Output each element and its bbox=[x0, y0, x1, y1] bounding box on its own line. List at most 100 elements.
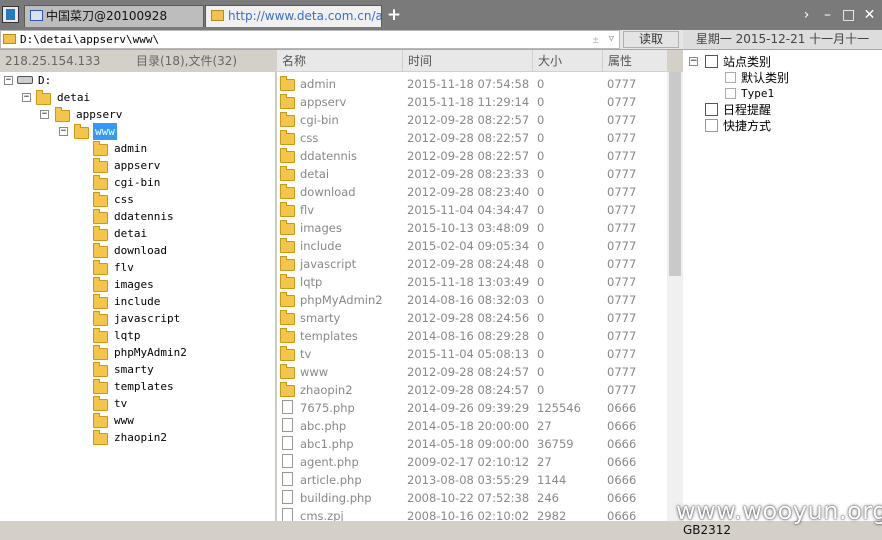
folder-row[interactable]: ddatennis 2012-09-28 08:22:57 0 0777 bbox=[277, 147, 667, 165]
tree-node-child[interactable]: phpMyAdmin2 bbox=[0, 344, 276, 361]
tree-node-child[interactable]: admin bbox=[0, 140, 276, 157]
tree-label: detai bbox=[57, 91, 91, 104]
file-icon bbox=[282, 436, 293, 450]
tree-node-child[interactable]: download bbox=[0, 242, 276, 259]
collapse-icon[interactable]: − bbox=[4, 76, 13, 85]
tree-node-child[interactable]: zhaopin2 bbox=[0, 429, 276, 446]
folder-row[interactable]: images 2015-10-13 03:48:09 0 0777 bbox=[277, 219, 667, 237]
minimize-button[interactable]: – bbox=[821, 4, 834, 26]
folder-icon bbox=[280, 112, 295, 127]
tree-node-child[interactable]: www bbox=[0, 412, 276, 429]
folder-row[interactable]: appserv 2015-11-18 11:29:14 0 0777 bbox=[277, 93, 667, 111]
chevron-down-icon[interactable]: ▽ bbox=[609, 31, 614, 48]
folder-row[interactable]: tv 2015-11-04 05:08:13 0 0777 bbox=[277, 345, 667, 363]
tree-node-child[interactable]: templates bbox=[0, 378, 276, 395]
tree-node-child[interactable]: cgi-bin bbox=[0, 174, 276, 191]
tree-node-child[interactable]: appserv bbox=[0, 157, 276, 174]
folder-icon bbox=[36, 90, 51, 105]
add-bookmark-icon[interactable]: ± bbox=[592, 31, 599, 48]
read-button[interactable]: 读取 bbox=[623, 31, 679, 48]
cell-perm: 0777 bbox=[607, 293, 637, 307]
tree-node-child[interactable]: javascript bbox=[0, 310, 276, 327]
collapse-icon[interactable]: − bbox=[22, 93, 31, 102]
tree-node-child[interactable]: smarty bbox=[0, 361, 276, 378]
folder-row[interactable]: zhaopin2 2012-09-28 08:24:57 0 0777 bbox=[277, 381, 667, 399]
tab-site-url[interactable]: http://www.deta.com.cn/abc... bbox=[205, 5, 382, 27]
file-row[interactable]: abc1.php 2014-05-18 09:00:00 36759 0666 bbox=[277, 435, 667, 453]
new-tab-button[interactable]: + bbox=[386, 4, 402, 26]
cell-size: 36759 bbox=[537, 437, 574, 451]
folder-row[interactable]: lqtp 2015-11-18 13:03:49 0 0777 bbox=[277, 273, 667, 291]
item-counts: 目录(18),文件(32) bbox=[136, 54, 238, 68]
folder-icon bbox=[93, 209, 108, 224]
left-panel-header: 218.25.154.133 目录(18),文件(32) bbox=[0, 50, 276, 72]
tree-label: javascript bbox=[114, 312, 181, 325]
tree-node-child[interactable]: tv bbox=[0, 395, 276, 412]
category-root[interactable]: − 站点类别 bbox=[687, 54, 877, 70]
tree-label: detai bbox=[114, 227, 148, 240]
column-time[interactable]: 时间 bbox=[403, 50, 533, 72]
column-size[interactable]: 大小 bbox=[533, 50, 603, 72]
folder-row[interactable]: phpMyAdmin2 2014-08-16 08:32:03 0 0777 bbox=[277, 291, 667, 309]
tree-node-child[interactable]: css bbox=[0, 191, 276, 208]
tree-node-child[interactable]: lqtp bbox=[0, 327, 276, 344]
tree-node-appserv[interactable]: − appserv bbox=[0, 106, 276, 123]
tree-node-child[interactable]: detai bbox=[0, 225, 276, 242]
tree-node-child[interactable]: include bbox=[0, 293, 276, 310]
folder-row[interactable]: javascript 2012-09-28 08:24:48 0 0777 bbox=[277, 255, 667, 273]
shortcuts[interactable]: 快捷方式 bbox=[687, 118, 877, 134]
window-controls: › – □ ✕ bbox=[800, 4, 876, 26]
scrollbar-thumb[interactable] bbox=[669, 72, 681, 276]
tab-label: http://www.deta.com.cn/abc... bbox=[228, 9, 381, 23]
folder-row[interactable]: download 2012-09-28 08:23:40 0 0777 bbox=[277, 183, 667, 201]
tree-label: www bbox=[114, 414, 134, 427]
cell-name: css bbox=[300, 131, 319, 145]
close-button[interactable]: ✕ bbox=[863, 4, 876, 26]
folder-open-icon bbox=[74, 124, 89, 139]
restore-button[interactable]: □ bbox=[842, 4, 855, 26]
collapse-icon[interactable]: − bbox=[59, 127, 68, 136]
file-row[interactable]: agent.php 2009-02-17 02:10:12 27 0666 bbox=[277, 453, 667, 471]
column-name[interactable]: 名称 bbox=[277, 50, 403, 72]
folder-row[interactable]: detai 2012-09-28 08:23:33 0 0777 bbox=[277, 165, 667, 183]
collapse-icon[interactable]: − bbox=[689, 57, 698, 66]
cell-size: 0 bbox=[537, 185, 545, 199]
folder-row[interactable]: smarty 2012-09-28 08:24:56 0 0777 bbox=[277, 309, 667, 327]
folder-row[interactable]: admin 2015-11-18 07:54:58 0 0777 bbox=[277, 75, 667, 93]
folder-row[interactable]: templates 2014-08-16 08:29:28 0 0777 bbox=[277, 327, 667, 345]
column-perm[interactable]: 属性 bbox=[603, 50, 667, 72]
tree-node-child[interactable]: ddatennis bbox=[0, 208, 276, 225]
collapse-icon[interactable]: − bbox=[40, 110, 49, 119]
cell-name: detai bbox=[300, 167, 330, 181]
folder-row[interactable]: www 2012-09-28 08:24:57 0 0777 bbox=[277, 363, 667, 381]
category-default[interactable]: 默认类别 bbox=[687, 70, 877, 86]
file-row[interactable]: abc.php 2014-05-18 20:00:00 27 0666 bbox=[277, 417, 667, 435]
category-type1[interactable]: Type1 bbox=[687, 86, 877, 102]
tree-node-drive[interactable]: − D: bbox=[0, 72, 276, 89]
folder-row[interactable]: include 2015-02-04 09:05:34 0 0777 bbox=[277, 237, 667, 255]
path-input[interactable]: D:\detai\appserv\www\ ± ▽ bbox=[0, 30, 620, 49]
folder-icon bbox=[93, 379, 108, 394]
file-row[interactable]: building.php 2008-10-22 07:52:38 246 0666 bbox=[277, 489, 667, 507]
folder-icon bbox=[93, 141, 108, 156]
folder-icon bbox=[280, 184, 295, 199]
tab-caidao[interactable]: 中国菜刀@20100928 bbox=[24, 5, 204, 27]
cell-size: 0 bbox=[537, 113, 545, 127]
folder-row[interactable]: flv 2015-11-04 04:34:47 0 0777 bbox=[277, 201, 667, 219]
file-row[interactable]: article.php 2013-08-08 03:55:29 1144 0666 bbox=[277, 471, 667, 489]
tree-node-child[interactable]: images bbox=[0, 276, 276, 293]
tree-node-detai[interactable]: − detai bbox=[0, 89, 276, 106]
tree-node-child[interactable]: flv bbox=[0, 259, 276, 276]
folder-row[interactable]: css 2012-09-28 08:22:57 0 0777 bbox=[277, 129, 667, 147]
vertical-scrollbar[interactable] bbox=[667, 72, 683, 521]
folder-icon bbox=[280, 274, 295, 289]
tree-node-www-selected[interactable]: − www bbox=[0, 123, 276, 140]
folder-row[interactable]: cgi-bin 2012-09-28 08:22:57 0 0777 bbox=[277, 111, 667, 129]
app-icon[interactable] bbox=[2, 6, 19, 23]
schedule-reminder[interactable]: 日程提醒 bbox=[687, 102, 877, 118]
file-row[interactable]: 7675.php 2014-09-26 09:39:29 125546 0666 bbox=[277, 399, 667, 417]
chevron-right-icon[interactable]: › bbox=[800, 4, 813, 26]
folder-icon bbox=[280, 202, 295, 217]
cell-time: 2012-09-28 08:24:57 bbox=[407, 383, 530, 397]
cell-size: 0 bbox=[537, 257, 545, 271]
